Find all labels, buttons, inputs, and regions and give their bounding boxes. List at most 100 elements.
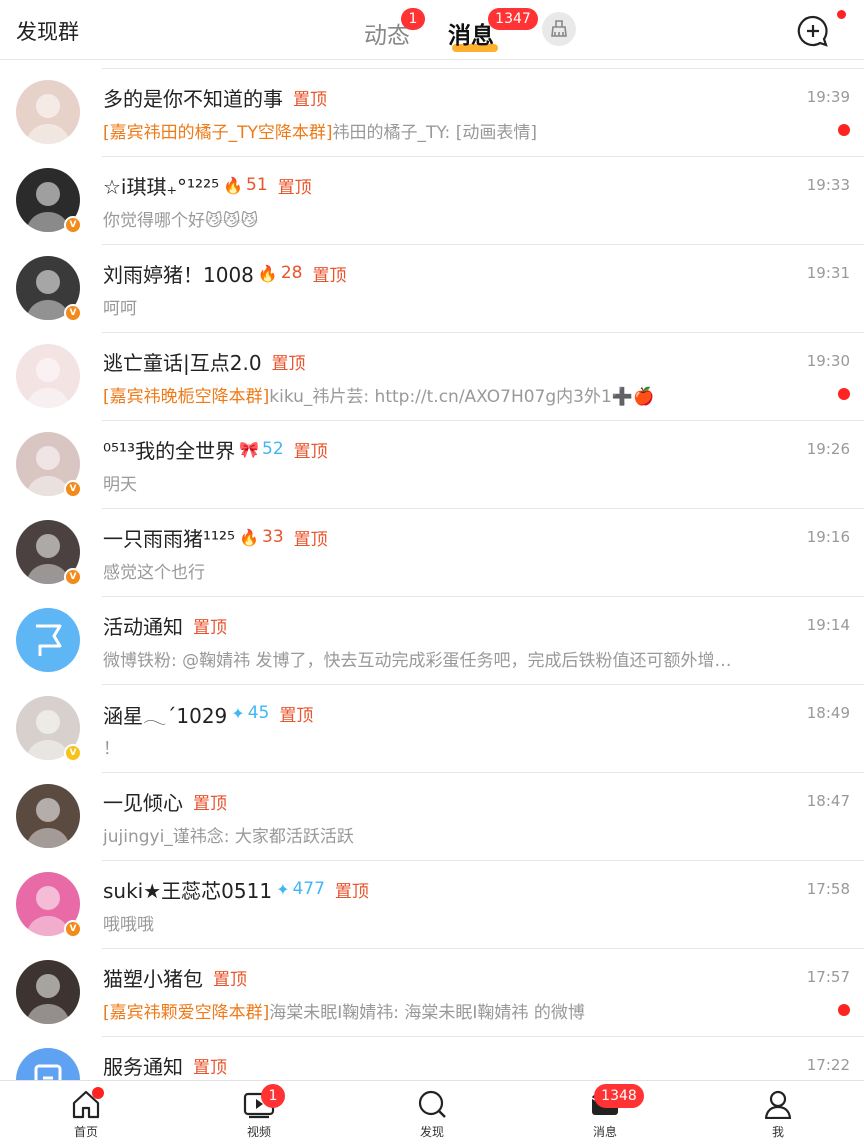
nav-profile[interactable]: 我 — [733, 1089, 823, 1140]
conversation-row[interactable]: V 一只雨雨猪¹¹²⁵ 🔥 33 置顶 19:16 感觉这个也行 — [0, 508, 864, 596]
conversation-name: 一见倾心 — [103, 790, 183, 815]
avatar[interactable] — [16, 960, 80, 1024]
avatar[interactable] — [16, 608, 80, 672]
row-divider — [102, 948, 864, 949]
discover-groups-link[interactable]: 发现群 — [16, 16, 79, 46]
message-time: 19:39 — [806, 88, 850, 106]
conversation-row[interactable]: V ⁰⁵¹³我的全世界 🎀 52 置顶 19:26 明天 — [0, 420, 864, 508]
preview-text: 感觉这个也行 — [103, 563, 205, 583]
top-header: 发现群 动态 1 消息 1347 — [0, 0, 864, 60]
row-divider — [102, 420, 864, 421]
row-divider — [102, 596, 864, 597]
row-divider — [102, 860, 864, 861]
nav-video[interactable]: 视频 — [214, 1089, 304, 1140]
verified-v-icon: V — [64, 744, 82, 762]
conversation-name: 涵星𓂃ˊ1029 — [103, 703, 228, 728]
conversation-list[interactable]: 多的是你不知道的事 置顶 19:39 [嘉宾祎田的橘子_TY空降本群]祎田的橘子_TY… — [0, 68, 864, 1080]
conversation-name: ⁰⁵¹³我的全世界 — [103, 438, 236, 463]
flag-icon — [36, 624, 62, 656]
avatar-photo-icon — [26, 974, 70, 1024]
name-line: 一见倾心 置顶 — [103, 787, 227, 815]
message-preview: [嘉宾祎晚栀空降本群]kiku_祎片芸: http://t.cn/AXO7H07… — [103, 382, 804, 407]
avatar[interactable] — [16, 80, 80, 144]
conversation-name: 逃亡童话|互点2.0 — [103, 350, 262, 375]
name-line: suki★王蕊芯0511 ✦ 477 置顶 — [103, 875, 369, 903]
name-line: 猫塑小猪包 置顶 — [103, 963, 247, 991]
name-line: 多的是你不知道的事 置顶 — [103, 83, 327, 111]
conversation-row[interactable]: 活动通知 置顶 19:14 微博铁粉: @鞠婧祎 发博了，快去互动完成彩蛋任务吧，完成… — [0, 596, 864, 684]
message-time: 17:57 — [806, 968, 850, 986]
new-chat-icon[interactable] — [796, 14, 830, 48]
message-preview: 感觉这个也行 — [103, 558, 804, 583]
conversation-row[interactable]: V ☆i琪琪₊°¹²²⁵ 🔥 51 置顶 19:33 你觉得哪个好😼😼😼 — [0, 156, 864, 244]
nav-home-red-dot — [92, 1087, 104, 1099]
pinned-tag: 置顶 — [193, 1057, 227, 1078]
message-preview: jujingyi_谨祎念: 大家都活跃活跃 — [103, 822, 804, 847]
message-time: 17:22 — [806, 1056, 850, 1074]
fire-icon: 🔥 — [257, 263, 278, 283]
fire-icon: 🔥 — [223, 175, 244, 195]
avatar[interactable] — [16, 784, 80, 848]
message-preview: 明天 — [103, 470, 804, 495]
message-time: 19:33 — [806, 176, 850, 194]
broom-icon[interactable] — [542, 12, 576, 46]
name-line: ☆i琪琪₊°¹²²⁵ 🔥 51 置顶 — [103, 171, 312, 199]
nav-video-badge: 1 — [261, 1084, 285, 1108]
name-line: 逃亡童话|互点2.0 置顶 — [103, 347, 306, 375]
verified-v-icon: V — [64, 216, 82, 234]
conversation-row[interactable]: 服务通知 置顶 17:22 — [0, 1036, 864, 1080]
row-divider — [102, 332, 864, 333]
conversation-name: 服务通知 — [103, 1054, 183, 1079]
nav-discover[interactable]: 发现 — [387, 1089, 477, 1140]
message-time: 19:31 — [806, 264, 850, 282]
pinned-tag: 置顶 — [293, 89, 327, 110]
unread-red-dot — [838, 388, 850, 400]
pinned-tag: 置顶 — [271, 353, 306, 374]
row-divider — [102, 68, 864, 69]
conversation-name: 刘雨婷猪！1008 — [103, 262, 254, 287]
fans-level: 477 — [292, 879, 325, 899]
fans-level: 33 — [262, 527, 284, 547]
pinned-tag: 置顶 — [312, 265, 347, 286]
pinned-tag: 置顶 — [279, 705, 314, 726]
avatar[interactable] — [16, 344, 80, 408]
row-divider — [102, 684, 864, 685]
conversation-row[interactable]: V 刘雨婷猪！1008 🔥 28 置顶 19:31 呵呵 — [0, 244, 864, 332]
nav-profile-label: 我 — [771, 1125, 784, 1139]
row-divider — [102, 508, 864, 509]
tab-messages[interactable]: 消息 — [448, 16, 494, 50]
row-divider — [102, 156, 864, 157]
nav-messages-label: 消息 — [592, 1125, 617, 1139]
name-line: 服务通知 置顶 — [103, 1051, 227, 1079]
preview-text: kiku_祎片芸: http://t.cn/AXO7H07g内3外1➕🍎 — [269, 387, 655, 407]
conversation-row[interactable]: 逃亡童话|互点2.0 置顶 19:30 [嘉宾祎晚栀空降本群]kiku_祎片芸: ht… — [0, 332, 864, 420]
unread-red-dot — [838, 1004, 850, 1016]
nav-home[interactable]: 首页 — [41, 1089, 131, 1140]
preview-text: 呵呵 — [103, 299, 137, 319]
verified-v-icon: V — [64, 480, 82, 498]
conversation-row[interactable]: 一见倾心 置顶 18:47 jujingyi_谨祎念: 大家都活跃活跃 — [0, 772, 864, 860]
group-guest-tag: [嘉宾祎晚栀空降本群] — [103, 387, 270, 407]
preview-text: 海棠未眠I鞠婧祎: 海棠未眠I鞠婧祎 的微博 — [269, 1003, 585, 1023]
conversation-row[interactable]: V 涵星𓂃ˊ1029 ✦ 45 置顶 18:49 ！ — [0, 684, 864, 772]
message-preview: ！ — [103, 734, 804, 759]
fire-icon: 🔥 — [239, 527, 259, 547]
fans-level: 52 — [262, 439, 284, 459]
avatar-photo-icon — [26, 358, 70, 408]
nav-discover-label: 发现 — [419, 1125, 444, 1139]
pinned-tag: 置顶 — [277, 177, 312, 198]
nav-video-label: 视频 — [246, 1125, 271, 1139]
profile-icon — [764, 1090, 792, 1119]
message-preview: [嘉宾祎田的橘子_TY空降本群]祎田的橘子_TY: [动画表情] — [103, 118, 804, 143]
conversation-name: 猫塑小猪包 — [103, 966, 203, 991]
new-chat-red-dot — [837, 10, 846, 19]
fans-level: 45 — [247, 703, 270, 723]
avatar[interactable] — [16, 1048, 80, 1080]
verified-v-icon: V — [64, 568, 82, 586]
conversation-row[interactable]: Vsuki★王蕊芯0511 ✦ 477 置顶 17:58 哦哦哦 — [0, 860, 864, 948]
name-line: ⁰⁵¹³我的全世界 🎀 52 置顶 — [103, 435, 328, 463]
message-time: 19:30 — [806, 352, 850, 370]
bottom-nav: 首页 视频 发现 消息 我 — [0, 1080, 864, 1148]
conversation-row[interactable]: 猫塑小猪包 置顶 17:57 [嘉宾祎颗爱空降本群]海棠未眠I鞠婧祎: 海棠未眠I鞠婧… — [0, 948, 864, 1036]
conversation-row[interactable]: 多的是你不知道的事 置顶 19:39 [嘉宾祎田的橘子_TY空降本群]祎田的橘子_TY… — [0, 68, 864, 156]
